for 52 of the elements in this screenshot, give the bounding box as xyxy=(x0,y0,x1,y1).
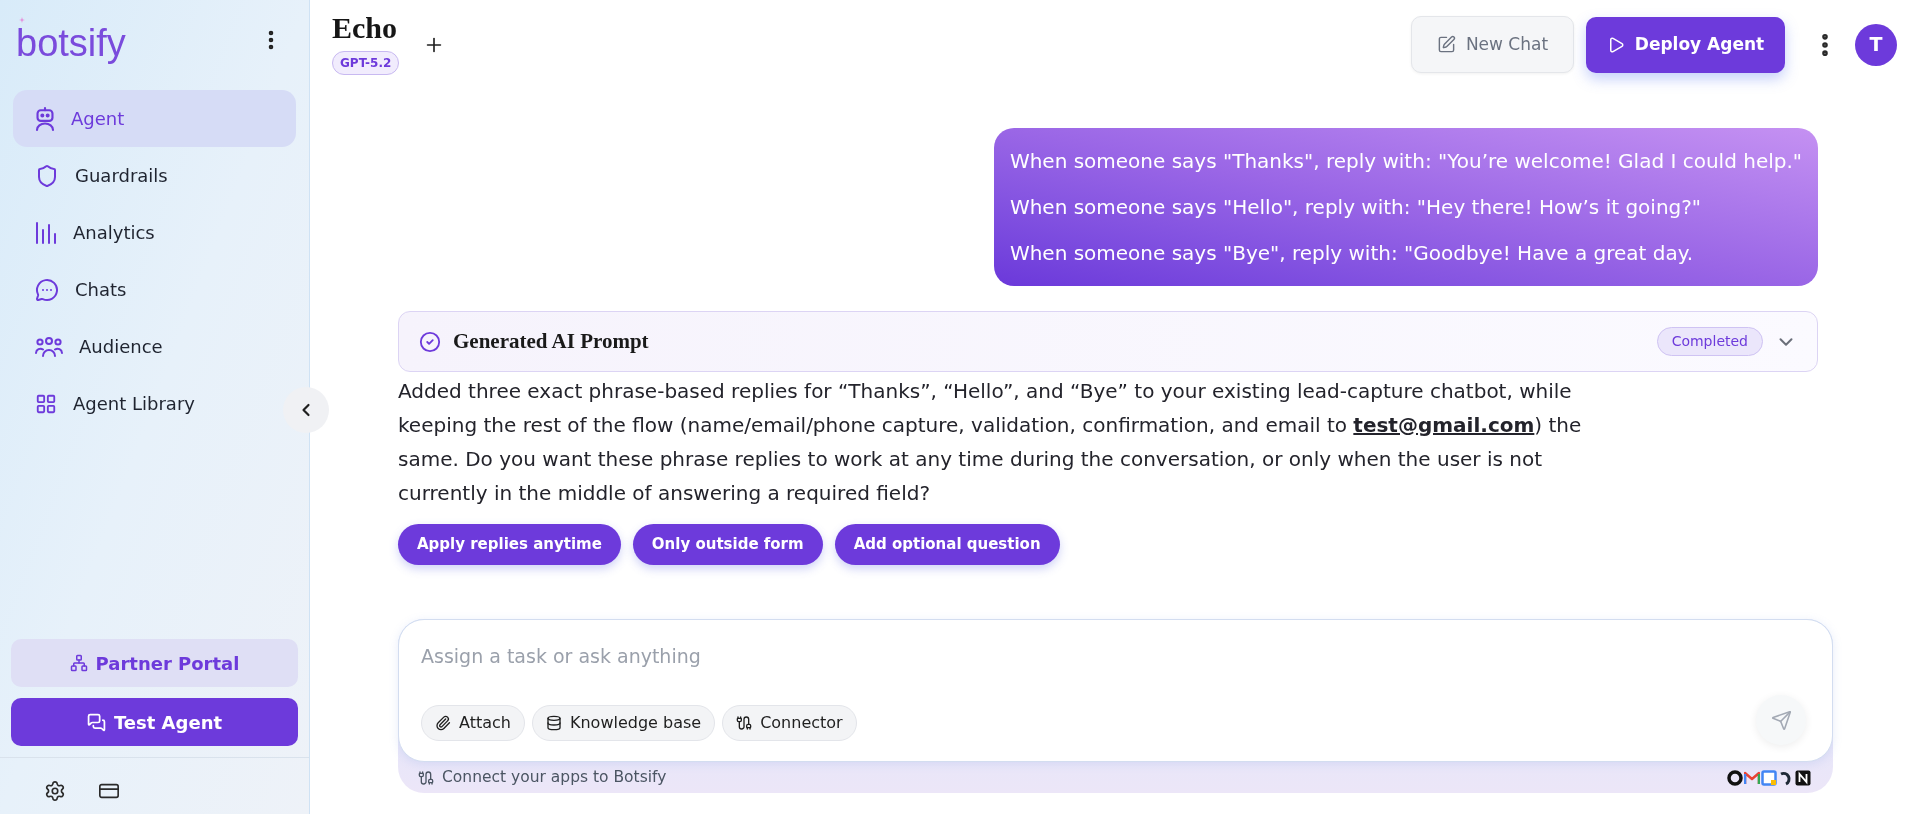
arc-logo-icon xyxy=(1778,769,1794,786)
envelope-logo-icon xyxy=(1744,769,1760,786)
nav-item[interactable]: Agent Library xyxy=(13,375,217,432)
connect-apps-note: Connect your apps to Botsify xyxy=(442,766,667,788)
agent-title: Echo xyxy=(332,10,397,46)
send-icon xyxy=(1770,709,1792,731)
nav-item[interactable]: Chats xyxy=(13,261,149,318)
paperclip-icon xyxy=(435,715,451,731)
tool-chip[interactable]: Knowledge base xyxy=(531,705,716,741)
tile-logo-icon xyxy=(1795,769,1811,786)
database-icon xyxy=(545,715,562,731)
bar-chart-icon xyxy=(35,221,57,244)
message-input[interactable]: Assign a task or ask anything xyxy=(421,642,1810,670)
check-circle-icon xyxy=(419,330,441,353)
status-badge: Completed xyxy=(1656,327,1763,356)
chat-bubbles-icon xyxy=(86,712,106,732)
edit-icon xyxy=(1436,35,1456,54)
suggestion-button[interactable]: Apply replies anytime xyxy=(398,524,621,565)
tool-chip[interactable]: Connector xyxy=(722,705,857,741)
header-action-button[interactable]: Deploy Agent xyxy=(1586,16,1785,73)
email-link[interactable]: test@gmail.com xyxy=(1353,413,1535,437)
hierarchy-icon xyxy=(69,654,88,672)
header-action-button[interactable]: New Chat xyxy=(1411,16,1574,73)
tool-chip[interactable]: Attach xyxy=(421,705,525,741)
shield-icon xyxy=(35,163,59,188)
ring-logo-icon xyxy=(1727,769,1743,786)
square-logo-icon xyxy=(1761,769,1777,786)
chat-bubble-icon xyxy=(35,277,59,302)
message-line: When someone says "Bye", reply with: "Goodbye! Have a great day. xyxy=(1009,240,1695,267)
model-badge: GPT-5.2 xyxy=(332,51,400,75)
assistant-reply: Added three exact phrase-based replies for “Thanks”, “Hello”, and “Bye” to your existing lead-capture chatbot, while keeping the rest of the flow (name/email/phone capture, validation, confirmation, and email to test@gmail.com) the same. Do you want these phrase replies to work at any time during the conversation, or only when the user is not currently in the middle of answering a required field? xyxy=(398,378,1583,507)
user-avatar[interactable]: T xyxy=(1855,23,1897,66)
sparkle-icon xyxy=(19,17,25,23)
nav-item[interactable]: Guardrails xyxy=(13,147,190,204)
people-icon xyxy=(35,336,63,357)
prompt-card[interactable]: Generated AI Prompt Completed xyxy=(398,311,1818,372)
suggestion-button[interactable]: Only outside form xyxy=(632,524,823,565)
sidebar-action-button[interactable]: Partner Portal xyxy=(11,639,298,687)
cable-icon xyxy=(418,769,434,786)
message-line: When someone says "Hello", reply with: "Hey there! How’s it going?" xyxy=(1009,194,1703,221)
nav-item[interactable]: Agent xyxy=(13,90,296,147)
nav-item[interactable]: Audience xyxy=(13,318,185,375)
card-title: Generated AI Prompt xyxy=(453,327,649,355)
sidebar-action-button[interactable]: Test Agent xyxy=(11,698,298,746)
suggestion-button[interactable]: Add optional question xyxy=(834,524,1060,565)
cable-icon xyxy=(736,715,753,731)
message-line: When someone says "Thanks", reply with: "You’re welcome! Glad I could help." xyxy=(1009,148,1802,175)
nav-item[interactable]: Analytics xyxy=(13,204,177,261)
grid-icon xyxy=(35,392,57,415)
logo-text: botsify xyxy=(16,23,126,63)
settings-icon[interactable] xyxy=(44,780,66,802)
robot-icon xyxy=(35,106,55,131)
